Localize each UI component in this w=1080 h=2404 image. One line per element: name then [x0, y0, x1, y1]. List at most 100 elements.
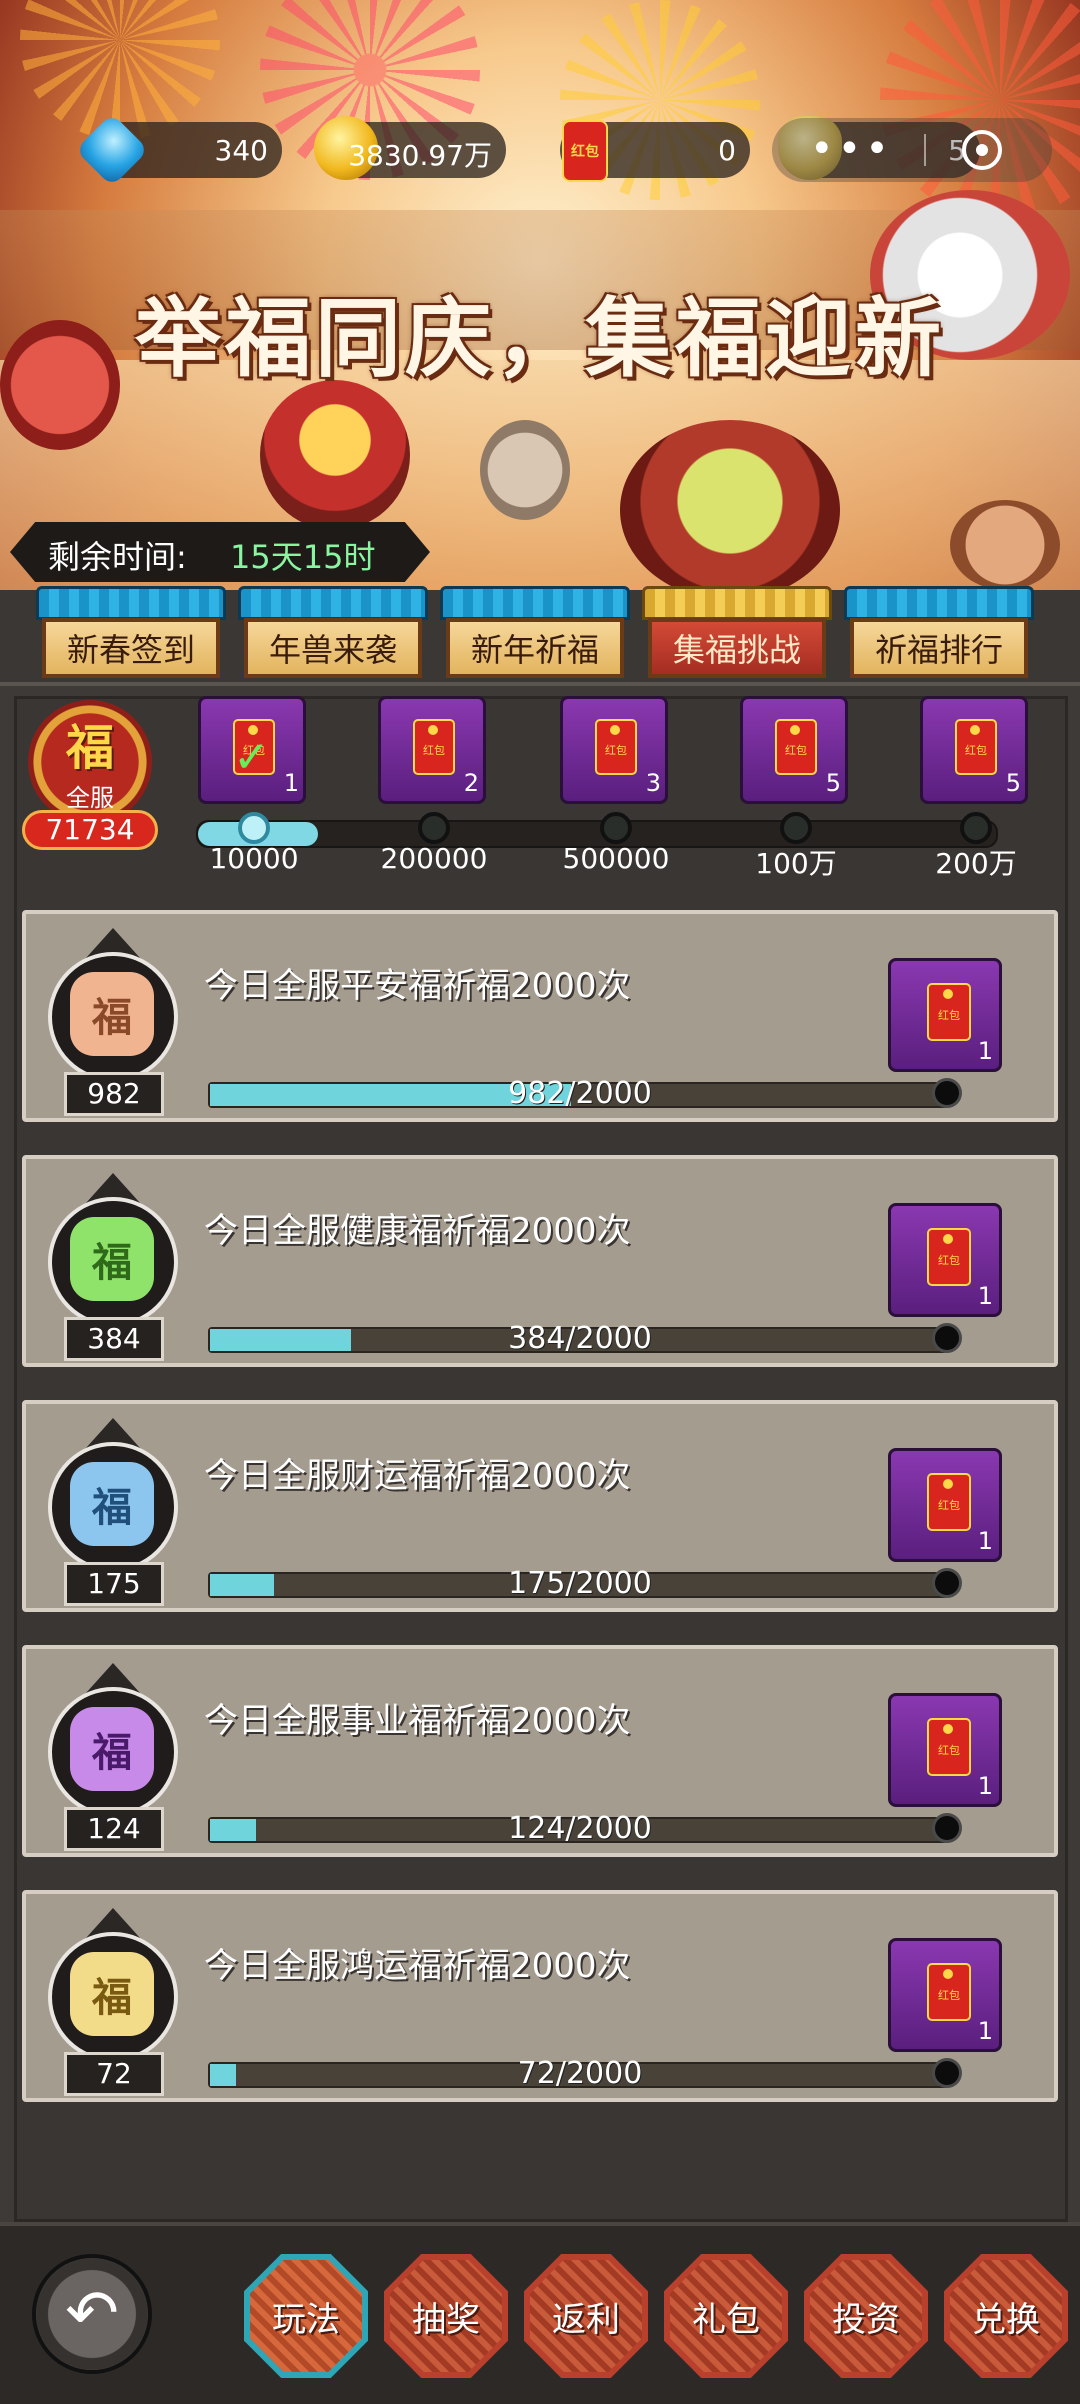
nav-label: 抽奖 — [412, 2299, 480, 2340]
milestone-node — [960, 812, 992, 844]
tab-blessing-ranking[interactable]: 祈福排行 — [844, 586, 1034, 682]
task-progress-bar: 982/2000 — [208, 1076, 962, 1111]
tab-roof — [440, 586, 630, 620]
tab-roof — [844, 586, 1034, 620]
fu-medal: 福 982 — [42, 928, 184, 1118]
task-progress-bar: 72/2000 — [208, 2056, 962, 2091]
tab-new-year-blessing[interactable]: 新年祈福 — [440, 586, 630, 682]
task-title: 今日全服事业福祈福2000次 — [204, 1701, 631, 1741]
milestone-reward[interactable]: 红包 3 — [560, 696, 668, 804]
fu-medal: 福 124 — [42, 1663, 184, 1853]
tab-label: 年兽来袭 — [244, 618, 422, 678]
task-title: 今日全服健康福祈福2000次 — [204, 1211, 631, 1251]
fu-medal: 福 384 — [42, 1173, 184, 1363]
task-reward[interactable]: 红包 1 — [888, 1448, 1002, 1562]
fu-count: 72 — [64, 2052, 164, 2096]
nav-exchange-button[interactable]: 兑换 — [944, 2254, 1068, 2378]
milestone-reward[interactable]: 红包 ✓ 1 — [198, 696, 306, 804]
reward-count: 1 — [977, 1037, 993, 1065]
fu-wealth-icon: 福 — [70, 1462, 154, 1546]
nav-gift-pack-button[interactable]: 礼包 — [664, 2254, 788, 2378]
donkey-character — [480, 420, 570, 520]
task-reward[interactable]: 红包 1 — [888, 1203, 1002, 1317]
task-card-fortune: 福 72 今日全服鸿运福祈福2000次 72/2000 红包 1 — [22, 1890, 1058, 2102]
red-packet-icon: 红包 — [927, 1473, 971, 1531]
red-packet-icon: 红包 — [927, 1718, 971, 1776]
reward-count: 1 — [977, 1772, 993, 1800]
milestone-node — [600, 812, 632, 844]
red-packet-icon: 红包 — [955, 719, 997, 775]
global-fu-badge[interactable]: 福 全服 71734 — [20, 700, 160, 850]
back-arrow-icon[interactable]: ↶ — [32, 2254, 152, 2374]
task-reward[interactable]: 红包 1 — [888, 1693, 1002, 1807]
fu-health-icon: 福 — [70, 1217, 154, 1301]
milestone-reward[interactable]: 红包 5 — [740, 696, 848, 804]
gold-counter: 3830.97万 — [314, 116, 506, 180]
task-progress-text: 72/2000 — [517, 2056, 643, 2091]
task-progress-text: 175/2000 — [508, 1566, 652, 1601]
progress-end-knob — [932, 1813, 962, 1843]
red-packet-icon: 红包 — [562, 120, 608, 182]
knight-character — [260, 380, 410, 530]
task-reward[interactable]: 红包 1 — [888, 1938, 1002, 2052]
progress-end-knob — [932, 1323, 962, 1353]
tab-fu-challenge[interactable]: 集福挑战 — [642, 586, 832, 682]
tab-roof — [642, 586, 832, 620]
task-progress-text: 124/2000 — [508, 1811, 652, 1846]
reward-count: 1 — [283, 769, 299, 797]
nav-invest-button[interactable]: 投资 — [804, 2254, 928, 2378]
claimed-check-icon: ✓ — [233, 732, 270, 783]
reward-count: 1 — [977, 2017, 993, 2045]
reward-count: 1 — [977, 1527, 993, 1555]
red-packet-icon: 红包 — [595, 719, 637, 775]
red-packet-icon: 红包 — [927, 983, 971, 1041]
fu-peace-icon: 福 — [70, 972, 154, 1056]
task-card-wealth: 福 175 今日全服财运福祈福2000次 175/2000 红包 1 — [22, 1400, 1058, 1612]
task-progress-bar: 124/2000 — [208, 1811, 962, 1846]
reward-count: 2 — [463, 769, 479, 797]
fu-character: 福 — [65, 720, 114, 776]
remaining-time-value: 15天15时 — [230, 538, 376, 576]
red-packet-counter: 红包 0 — [560, 120, 750, 182]
nav-label: 投资 — [832, 2299, 900, 2340]
global-fu-count: 71734 — [22, 810, 158, 850]
milestone-threshold: 100万 — [755, 847, 837, 880]
task-title: 今日全服财运福祈福2000次 — [204, 1456, 631, 1496]
nav-label: 兑换 — [972, 2299, 1040, 2340]
task-progress-bar: 384/2000 — [208, 1321, 962, 1356]
task-reward[interactable]: 红包 1 — [888, 958, 1002, 1072]
fu-count: 384 — [64, 1317, 164, 1361]
tab-label: 集福挑战 — [648, 618, 826, 678]
red-packet-icon: 红包 — [413, 719, 455, 775]
red-packet-icon: 红包 — [927, 1963, 971, 2021]
nav-gameplay-button[interactable]: 玩法 — [244, 2254, 368, 2378]
tab-nian-beast[interactable]: 年兽来袭 — [238, 586, 428, 682]
milestone-reward[interactable]: 红包 2 — [378, 696, 486, 804]
task-progress-text: 982/2000 — [508, 1076, 652, 1111]
mini-program-capsule: ••• — [772, 118, 1052, 182]
fu-count: 124 — [64, 1807, 164, 1851]
nav-rebate-button[interactable]: 返利 — [524, 2254, 648, 2378]
more-dots-icon[interactable]: ••• — [810, 126, 893, 172]
fu-career-icon: 福 — [70, 1707, 154, 1791]
reward-count: 5 — [825, 769, 841, 797]
reward-count: 3 — [645, 769, 661, 797]
tab-roof — [238, 586, 428, 620]
milestone-node — [238, 812, 270, 844]
gem-counter: 340 — [75, 113, 282, 187]
remaining-time: 剩余时间: 15天15时 — [10, 522, 430, 582]
nav-label: 返利 — [552, 2299, 620, 2340]
task-card-peace: 福 982 今日全服平安福祈福2000次 982/2000 红包 1 — [22, 910, 1058, 1122]
fu-count: 175 — [64, 1562, 164, 1606]
nav-lottery-button[interactable]: 抽奖 — [384, 2254, 508, 2378]
reward-count: 5 — [1005, 769, 1021, 797]
red-packet-icon: 红包 — [775, 719, 817, 775]
task-title: 今日全服鸿运福祈福2000次 — [204, 1946, 631, 1986]
firework-decoration — [880, 0, 1080, 220]
progress-end-knob — [932, 1568, 962, 1598]
target-close-icon[interactable] — [962, 130, 1002, 170]
fu-medal: 福 72 — [42, 1908, 184, 2098]
nian-monster-character — [620, 420, 840, 590]
tab-spring-checkin[interactable]: 新春签到 — [36, 586, 226, 682]
milestone-reward[interactable]: 红包 5 — [920, 696, 1028, 804]
